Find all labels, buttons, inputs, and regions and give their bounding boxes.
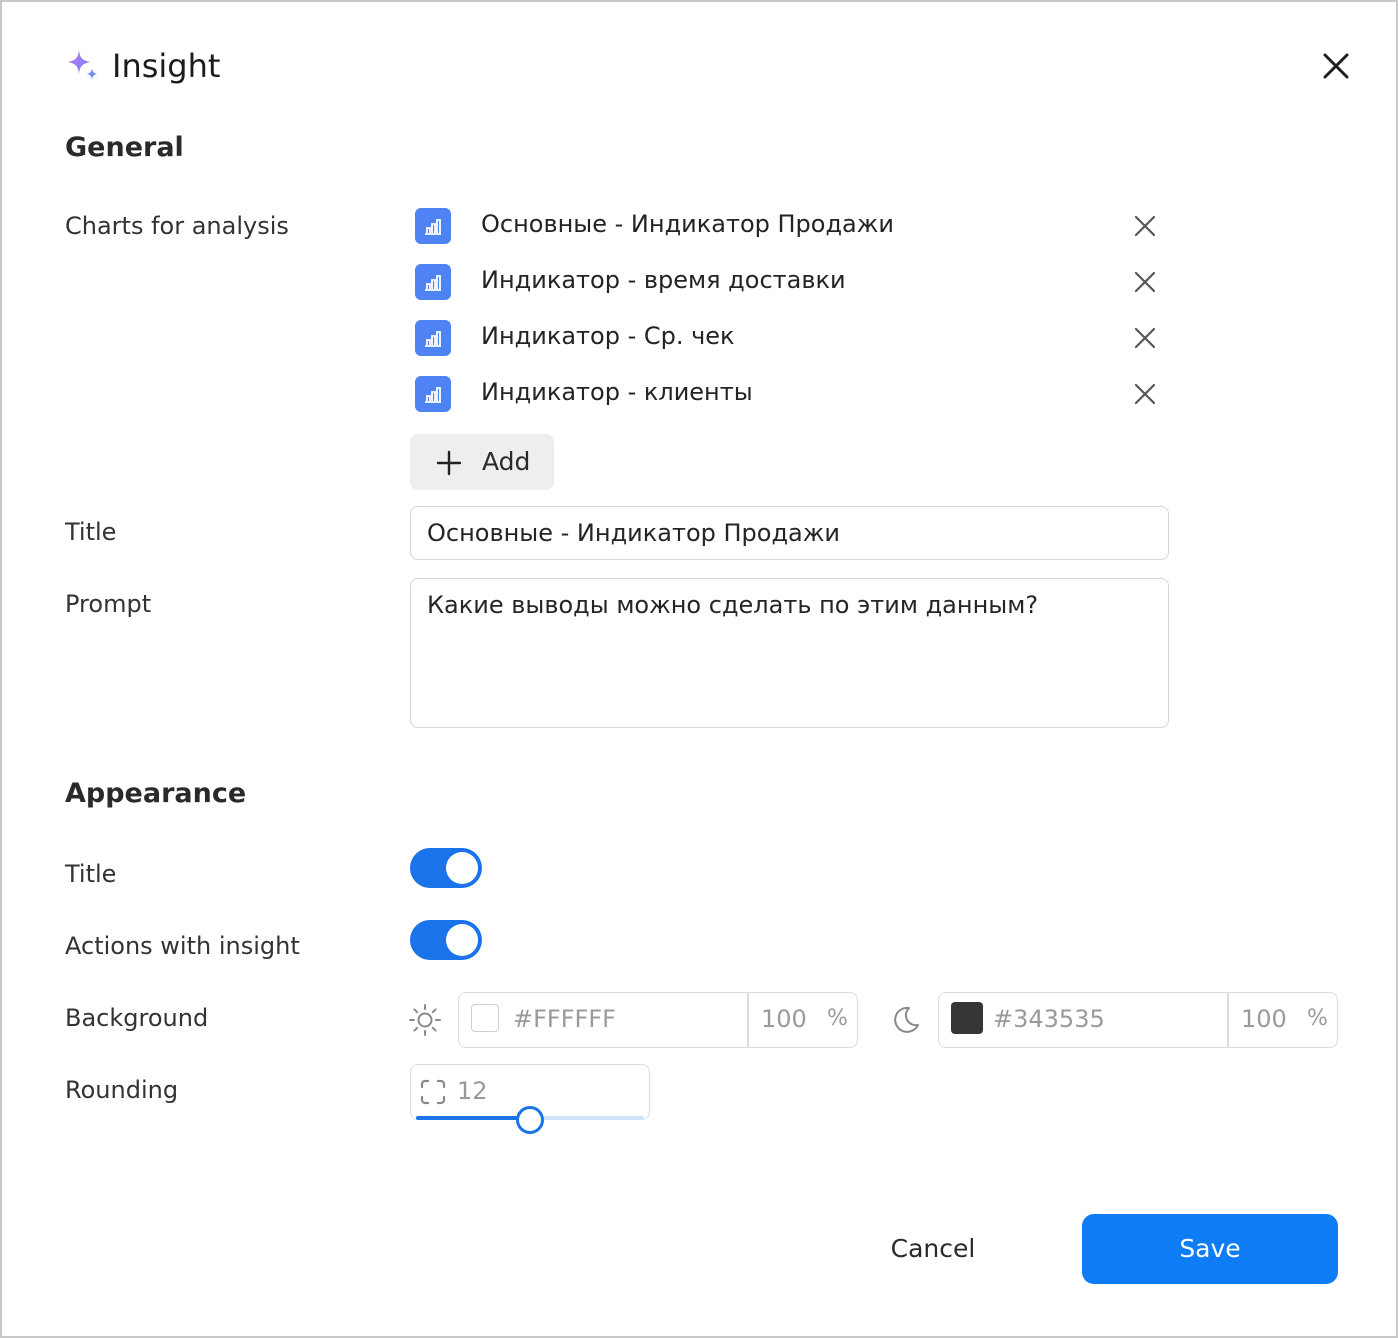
save-button-label: Save bbox=[1179, 1234, 1241, 1263]
cancel-button-label: Cancel bbox=[890, 1234, 976, 1263]
dark-opacity-unit: % bbox=[1307, 1006, 1328, 1031]
dialog-title: Insight bbox=[112, 47, 221, 85]
add-chart-label: Add bbox=[482, 447, 531, 476]
remove-chart-icon[interactable] bbox=[1131, 268, 1159, 296]
light-opacity-value[interactable]: 100 bbox=[761, 1003, 807, 1035]
light-color-hex: #FFFFFF bbox=[513, 1005, 616, 1033]
dark-color-swatch[interactable] bbox=[951, 1002, 983, 1034]
charts-for-analysis-label: Charts for analysis bbox=[65, 212, 289, 240]
plus-icon bbox=[436, 450, 462, 476]
title-field-label: Title bbox=[65, 518, 117, 546]
title-input-value: Основные - Индикатор Продажи bbox=[427, 519, 840, 547]
toggle-knob bbox=[446, 924, 478, 956]
actions-toggle-label: Actions with insight bbox=[65, 932, 300, 960]
chart-list-item: Основные - Индикатор Продажи bbox=[415, 204, 1175, 244]
background-label: Background bbox=[65, 1004, 209, 1032]
divider bbox=[1227, 993, 1229, 1047]
divider bbox=[747, 993, 749, 1047]
light-color-swatch[interactable] bbox=[471, 1004, 499, 1032]
sun-icon bbox=[409, 1004, 441, 1036]
chart-name: Основные - Индикатор Продажи bbox=[481, 210, 894, 238]
chart-icon bbox=[415, 264, 451, 300]
rounding-slider-fill bbox=[416, 1116, 530, 1120]
rounding-slider-thumb[interactable] bbox=[516, 1106, 544, 1134]
chart-icon bbox=[415, 208, 451, 244]
corner-radius-icon bbox=[420, 1079, 446, 1105]
section-appearance-title: Appearance bbox=[65, 778, 247, 809]
sparkle-icon bbox=[68, 50, 97, 80]
remove-chart-icon[interactable] bbox=[1131, 212, 1159, 240]
dark-color-hex: #343535 bbox=[993, 1005, 1105, 1033]
title-input[interactable]: Основные - Индикатор Продажи bbox=[410, 506, 1169, 560]
save-button[interactable]: Save bbox=[1082, 1214, 1338, 1284]
chart-list-item: Индикатор - клиенты bbox=[415, 372, 1175, 412]
cancel-button[interactable]: Cancel bbox=[868, 1216, 998, 1282]
light-background-color-input[interactable]: #FFFFFF 100 % bbox=[458, 992, 858, 1048]
dark-background-color-input[interactable]: #343535 100 % bbox=[938, 992, 1338, 1048]
chart-name: Индикатор - время доставки bbox=[481, 266, 846, 294]
chart-name: Индикатор - клиенты bbox=[481, 378, 753, 406]
remove-chart-icon[interactable] bbox=[1131, 380, 1159, 408]
prompt-textarea[interactable]: Какие выводы можно сделать по этим данны… bbox=[410, 578, 1169, 728]
add-chart-button[interactable]: Add bbox=[410, 434, 554, 490]
title-toggle[interactable] bbox=[410, 848, 482, 888]
insight-dialog: Insight General Charts for analysis Осно… bbox=[0, 0, 1398, 1338]
rounding-value: 12 bbox=[457, 1077, 488, 1105]
toggle-knob bbox=[446, 852, 478, 884]
close-icon[interactable] bbox=[1316, 46, 1356, 86]
dark-opacity-value[interactable]: 100 bbox=[1241, 1003, 1287, 1035]
prompt-field-label: Prompt bbox=[65, 590, 152, 618]
chart-list-item: Индикатор - время доставки bbox=[415, 260, 1175, 300]
rounding-label: Rounding bbox=[65, 1076, 179, 1104]
chart-icon bbox=[415, 320, 451, 356]
section-general-title: General bbox=[65, 132, 184, 163]
chart-icon bbox=[415, 376, 451, 412]
chart-list-item: Индикатор - Ср. чек bbox=[415, 316, 1175, 356]
prompt-textarea-value: Какие выводы можно сделать по этим данны… bbox=[427, 591, 1039, 619]
title-toggle-label: Title bbox=[65, 860, 117, 888]
remove-chart-icon[interactable] bbox=[1131, 324, 1159, 352]
moon-icon bbox=[894, 1006, 919, 1033]
actions-with-insight-toggle[interactable] bbox=[410, 920, 482, 960]
chart-name: Индикатор - Ср. чек bbox=[481, 322, 735, 350]
light-opacity-unit: % bbox=[827, 1006, 848, 1031]
